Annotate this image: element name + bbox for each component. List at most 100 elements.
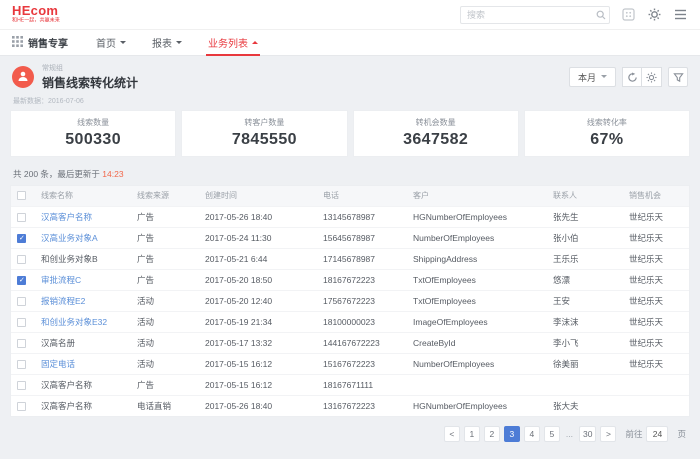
page-button-1[interactable]: 1 — [464, 426, 480, 442]
cell-created: 2017-05-24 11:30 — [199, 227, 317, 248]
lead-name-link[interactable]: 审批流程C — [41, 275, 81, 285]
cell-checkbox — [11, 290, 35, 311]
search-icon[interactable] — [596, 10, 606, 20]
cell-source: 广告 — [131, 206, 199, 227]
workspace-switcher[interactable]: 销售专享 — [12, 35, 68, 50]
page-ellipsis: ... — [564, 429, 575, 439]
workspace-label: 销售专享 — [28, 35, 68, 50]
cell-created: 2017-05-19 21:34 — [199, 311, 317, 332]
cell-phone: 17145678987 — [317, 248, 407, 269]
cell-checkbox — [11, 374, 35, 395]
cell-source: 广告 — [131, 227, 199, 248]
column-header: 销售机会 — [623, 186, 689, 206]
cell-lead-name: 汉高客户名称 — [35, 395, 131, 416]
stats-row: 线索数量500330转客户数量7845550转机会数量3647582线索转化率6… — [0, 110, 700, 157]
row-checkbox[interactable] — [17, 255, 26, 264]
chevron-down-icon — [176, 41, 182, 47]
page-button-3[interactable]: 3 — [504, 426, 520, 442]
goto-page-input[interactable] — [646, 426, 668, 442]
report-title-block: 常规组 销售线索转化统计 — [12, 63, 138, 91]
select-all-checkbox[interactable] — [17, 191, 26, 200]
cell-source: 广告 — [131, 269, 199, 290]
nav-bar: 销售专享 首页 报表业务列表 — [0, 30, 700, 56]
report-category: 常规组 — [42, 63, 138, 73]
row-checkbox[interactable] — [17, 339, 26, 348]
page-button-5[interactable]: 5 — [544, 426, 560, 442]
next-page-button[interactable]: > — [600, 426, 616, 442]
report-header: 常规组 销售线索转化统计 本月 — [0, 56, 700, 95]
cell-customer: ImageOfEmployees — [407, 311, 547, 332]
cell-customer: CreateById — [407, 332, 547, 353]
lead-name-link[interactable]: 固定电话 — [41, 359, 75, 369]
table-row: 汉高名册活动2017-05-17 13:32144167672223Create… — [11, 332, 689, 353]
cell-lead-name: 和创业务对象E32 — [35, 311, 131, 332]
logo: HEcom 和HE一起，共赢未来 — [12, 4, 68, 25]
cell-opportunity: 世纪乐天 — [623, 311, 689, 332]
cell-contact: 王乐乐 — [547, 248, 623, 269]
row-checkbox[interactable] — [17, 234, 26, 243]
menu-icon[interactable] — [672, 7, 688, 23]
global-search — [460, 6, 610, 24]
cell-phone: 18100000023 — [317, 311, 407, 332]
lead-name-link[interactable]: 汉高客户名称 — [41, 212, 92, 222]
nav-tab[interactable]: 业务列表 — [208, 30, 258, 56]
page-button-4[interactable]: 4 — [524, 426, 540, 442]
period-dropdown[interactable]: 本月 — [569, 67, 616, 87]
prev-page-button[interactable]: < — [444, 426, 460, 442]
apps-icon[interactable] — [620, 7, 636, 23]
cell-checkbox — [11, 227, 35, 248]
refresh-button[interactable] — [622, 67, 642, 87]
cell-contact: 李沫沫 — [547, 311, 623, 332]
cell-lead-name: 汉高客户名称 — [35, 206, 131, 227]
column-header: 客户 — [407, 186, 547, 206]
table-row: 报销流程E2活动2017-05-20 12:4017567672223TxtOf… — [11, 290, 689, 311]
row-checkbox[interactable] — [17, 276, 26, 285]
cell-phone: 13145678987 — [317, 206, 407, 227]
page-title: 销售线索转化统计 — [42, 74, 138, 91]
pagination: <12345...30>前往页 — [0, 417, 700, 451]
cell-lead-name: 汉高业务对象A — [35, 227, 131, 248]
cell-customer: TxtOfEmployees — [407, 290, 547, 311]
chevron-down-icon — [120, 41, 126, 47]
page-button-30[interactable]: 30 — [579, 426, 596, 442]
lead-name: 汉高名册 — [41, 338, 75, 348]
row-checkbox[interactable] — [17, 297, 26, 306]
search-input[interactable] — [460, 6, 610, 24]
page-button-2[interactable]: 2 — [484, 426, 500, 442]
cell-phone: 15645678987 — [317, 227, 407, 248]
cell-created: 2017-05-20 12:40 — [199, 290, 317, 311]
lead-name: 和创业务对象B — [41, 254, 98, 264]
lead-name-link[interactable]: 汉高业务对象A — [41, 233, 98, 243]
lead-name-link[interactable]: 报销流程E2 — [41, 296, 85, 306]
topbar-actions — [460, 6, 688, 24]
nav-tab[interactable]: 报表 — [152, 30, 182, 56]
row-checkbox[interactable] — [17, 360, 26, 369]
period-dropdown-label: 本月 — [578, 71, 596, 84]
leads-table: 线索名称线索来源创建时间电话客户联系人销售机会 汉高客户名称广告2017-05-… — [11, 186, 689, 416]
row-checkbox[interactable] — [17, 402, 26, 411]
cell-created: 2017-05-15 16:12 — [199, 353, 317, 374]
column-header: 线索名称 — [35, 186, 131, 206]
row-checkbox[interactable] — [17, 381, 26, 390]
cell-source: 活动 — [131, 290, 199, 311]
cell-source: 广告 — [131, 248, 199, 269]
cell-checkbox — [11, 332, 35, 353]
stat-value: 3647582 — [354, 131, 518, 149]
nav-tab-label: 首页 — [96, 35, 116, 50]
column-header: 电话 — [317, 186, 407, 206]
gear-icon[interactable] — [646, 7, 662, 23]
stat-card: 转机会数量3647582 — [353, 110, 519, 157]
row-checkbox[interactable] — [17, 213, 26, 222]
stat-value: 67% — [525, 131, 689, 149]
row-checkbox[interactable] — [17, 318, 26, 327]
nav-tab[interactable]: 首页 — [96, 30, 126, 56]
chevron-down-icon — [252, 38, 258, 44]
cell-opportunity: 世纪乐天 — [623, 227, 689, 248]
cell-checkbox — [11, 395, 35, 416]
filter-button[interactable] — [668, 67, 688, 87]
cell-lead-name: 汉高客户名称 — [35, 374, 131, 395]
settings-button[interactable] — [642, 67, 662, 87]
lead-name-link[interactable]: 和创业务对象E32 — [41, 317, 107, 327]
logo-slogan: 和HE一起，共赢未来 — [12, 18, 60, 24]
stat-card: 转客户数量7845550 — [181, 110, 347, 157]
